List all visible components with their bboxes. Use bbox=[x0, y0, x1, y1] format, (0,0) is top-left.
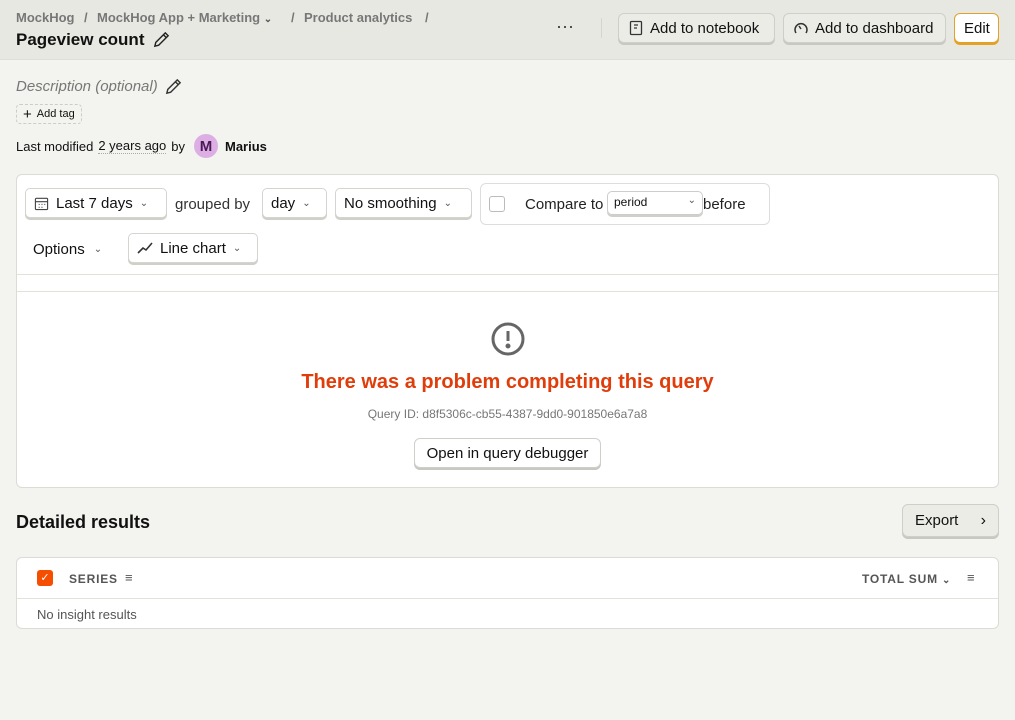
compare-group: Compare to period ⌄ before bbox=[480, 183, 770, 225]
chevron-right-icon: › bbox=[980, 511, 986, 529]
notebook-icon bbox=[628, 20, 644, 36]
smoothing-select[interactable]: No smoothing ⌄ bbox=[335, 188, 472, 218]
chevron-down-icon: ⌄ bbox=[232, 242, 242, 254]
chevron-down-icon: ⌄ bbox=[302, 197, 311, 209]
page-title[interactable]: Pageview count bbox=[16, 30, 144, 50]
grouped-by-label: grouped by bbox=[175, 196, 251, 213]
chevron-down-icon: ⌄ bbox=[139, 197, 149, 209]
compare-checkbox[interactable] bbox=[489, 196, 505, 212]
modified-time: 2 years ago bbox=[98, 138, 167, 154]
description-field[interactable]: Description (optional) bbox=[16, 78, 158, 95]
warning-circle-icon bbox=[491, 322, 525, 356]
interval-select[interactable]: day ⌄ bbox=[262, 188, 327, 218]
divider bbox=[601, 18, 602, 38]
breadcrumb-section[interactable]: Product analytics bbox=[304, 10, 412, 25]
top-bar: MockHog / MockHog App + Marketing ⌄ / Pr… bbox=[0, 0, 1015, 60]
chart-type-label: Line chart bbox=[160, 239, 226, 257]
options-dropdown[interactable]: Options ⌄ bbox=[33, 241, 102, 258]
results-table: ✓ SERIES ≡ TOTAL SUM ⌄ ≡ No insight resu… bbox=[16, 557, 999, 629]
add-tag-label: Add tag bbox=[36, 108, 75, 120]
chevron-down-icon: ⌄ bbox=[93, 244, 103, 255]
empty-results-text: No insight results bbox=[37, 607, 137, 622]
date-range-label: Last 7 days bbox=[56, 194, 133, 212]
before-label: before bbox=[703, 196, 746, 213]
divider bbox=[17, 598, 998, 599]
edit-title-pencil-icon[interactable] bbox=[152, 30, 171, 49]
smoothing-label: No smoothing bbox=[344, 194, 437, 212]
insight-card: Last 7 days ⌄ grouped by day ⌄ No smoothin… bbox=[16, 174, 999, 488]
calendar-icon bbox=[34, 196, 49, 211]
user-name: Marius bbox=[225, 138, 267, 154]
compare-label: Compare to bbox=[525, 196, 604, 213]
add-to-notebook-button[interactable]: Add to notebook bbox=[618, 13, 775, 43]
date-range-select[interactable]: Last 7 days ⌄ bbox=[25, 188, 167, 218]
add-to-dashboard-button[interactable]: Add to dashboard bbox=[783, 13, 946, 43]
select-all-checkbox[interactable]: ✓ bbox=[37, 570, 53, 586]
breadcrumb-sep: / bbox=[84, 10, 88, 25]
divider bbox=[17, 274, 998, 275]
detailed-results-heading: Detailed results bbox=[16, 512, 151, 532]
modified-by: by bbox=[171, 138, 185, 154]
breadcrumb-org[interactable]: MockHog bbox=[16, 10, 75, 25]
modified-prefix: Last modified bbox=[16, 138, 94, 154]
open-query-debugger-button[interactable]: Open in query debugger bbox=[414, 438, 601, 468]
chart-type-select[interactable]: Line chart ⌄ bbox=[128, 233, 258, 263]
export-label: Export bbox=[915, 512, 959, 529]
more-menu-button[interactable]: ⋯ bbox=[556, 17, 575, 38]
error-title: There was a problem completing this quer… bbox=[301, 371, 714, 393]
last-modified: Last modified 2 years ago by M Marius bbox=[16, 134, 267, 158]
notebook-label: Add to notebook bbox=[650, 19, 760, 37]
breadcrumb-sep: / bbox=[425, 10, 429, 25]
divider bbox=[17, 291, 998, 292]
export-button[interactable]: Export › bbox=[902, 504, 999, 537]
sort-icon[interactable]: ≡ bbox=[967, 570, 975, 585]
add-tag-button[interactable]: + Add tag bbox=[16, 104, 82, 124]
breadcrumb-project[interactable]: MockHog App + Marketing ⌄ bbox=[97, 10, 272, 25]
compare-period-select[interactable]: period ⌄ bbox=[607, 191, 703, 215]
chevron-down-icon: ⌄ bbox=[443, 197, 452, 209]
interval-label: day bbox=[271, 194, 296, 212]
chevron-down-icon: ⌄ bbox=[687, 195, 696, 206]
chevron-down-icon: ⌄ bbox=[942, 575, 952, 586]
edit-button[interactable]: Edit bbox=[954, 13, 999, 43]
total-sum-label: TOTAL SUM bbox=[862, 572, 938, 586]
dashboard-label: Add to dashboard bbox=[815, 19, 934, 37]
query-id: Query ID: d8f5306c-cb55-4387-9dd0-901850… bbox=[367, 407, 648, 421]
column-header-series[interactable]: SERIES bbox=[69, 572, 118, 586]
column-header-total-sum[interactable]: TOTAL SUM ⌄ bbox=[862, 572, 951, 586]
plus-icon: + bbox=[23, 105, 32, 123]
gauge-icon bbox=[793, 20, 809, 36]
period-label: period bbox=[614, 195, 648, 209]
breadcrumb-sep: / bbox=[291, 10, 295, 25]
options-label: Options bbox=[33, 241, 85, 258]
line-chart-icon bbox=[137, 241, 153, 255]
sort-icon[interactable]: ≡ bbox=[125, 570, 133, 585]
chevron-down-icon: ⌄ bbox=[263, 14, 273, 25]
project-label: MockHog App + Marketing bbox=[97, 10, 261, 25]
edit-description-pencil-icon[interactable] bbox=[164, 77, 183, 96]
avatar: M bbox=[194, 134, 218, 158]
